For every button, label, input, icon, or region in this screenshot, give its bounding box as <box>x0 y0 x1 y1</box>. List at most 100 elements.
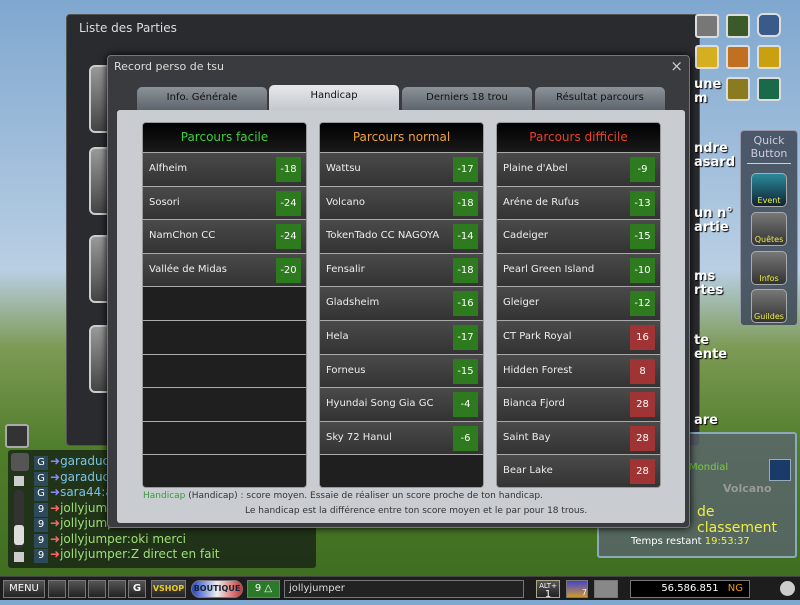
handicap-value: -18 <box>453 257 478 283</box>
handicap-value: -17 <box>453 324 478 350</box>
money-value: 56.586.851 <box>661 583 719 594</box>
channel-badge: G <box>34 456 48 470</box>
ranking-title: de classement <box>697 504 777 536</box>
course-name: Gleiger <box>503 297 540 309</box>
footer-term: Handicap <box>143 491 186 501</box>
course-row: TokenTado CC NAGOYA -14 <box>320 219 483 253</box>
boutique-button[interactable]: BOUTIQUE <box>191 580 243 598</box>
vip-icon[interactable] <box>757 45 781 69</box>
course-column: Parcours facile Alfheim -18 Sosori -24 NamCho… <box>142 122 307 488</box>
direction-arrow-icon: ➜ <box>50 500 61 515</box>
ranking-mode: Mondial <box>689 462 729 473</box>
course-name: Forneus <box>326 364 366 376</box>
trash-icon[interactable] <box>5 424 29 448</box>
set-icon[interactable] <box>757 77 781 101</box>
bonus-icon[interactable] <box>695 45 719 69</box>
empty-row <box>143 286 306 320</box>
course-name: Hyundai Song Gia GC <box>326 398 434 410</box>
profile-icon[interactable] <box>48 580 66 598</box>
handicap-value: -14 <box>453 224 478 250</box>
course-row: Gladsheim -16 <box>320 286 483 320</box>
handicap-value: -10 <box>630 257 655 283</box>
empty-row <box>143 387 306 421</box>
alt-slot[interactable]: ALT+ 1 <box>536 580 560 600</box>
scroll-down-button[interactable] <box>14 552 24 562</box>
course-name: Bear Lake <box>503 465 553 477</box>
handicap-value: -15 <box>630 224 655 250</box>
join-number-label[interactable]: un n° artie <box>694 207 733 235</box>
waiting-list-label[interactable]: te ente <box>694 334 727 362</box>
course-name: Sky 72 Hanul <box>326 431 392 443</box>
menu-button[interactable]: MENU <box>3 580 45 598</box>
footer-line-2: Le handicap est la différence entre ton … <box>245 506 588 516</box>
course-row: Hela -17 <box>320 319 483 354</box>
chat-message: 9 ➜jollyjumper:Z direct en fait <box>34 547 219 563</box>
course-name: TokenTado CC NAGOYA <box>326 230 440 242</box>
upgrade-icon[interactable] <box>695 14 719 38</box>
caddy-icon[interactable] <box>726 77 750 101</box>
course-row: Hidden Forest 8 <box>497 353 660 388</box>
empty-row <box>143 454 306 487</box>
open-rooms-label[interactable]: ms rtes <box>694 270 723 298</box>
footer-text: (Handicap) : score moyen. Essaie de réal… <box>185 491 543 501</box>
channel-badge: G <box>34 471 48 486</box>
direction-arrow-icon: ➜ <box>50 454 61 468</box>
course-row: Saint Bay 28 <box>497 420 660 455</box>
course-name: Pearl Green Island <box>503 263 595 275</box>
handicap-value: 28 <box>630 459 655 485</box>
exp-icon[interactable] <box>726 45 750 69</box>
clipboard-icon[interactable] <box>769 459 791 481</box>
tab-general-info[interactable]: Info. Générale <box>137 87 267 110</box>
chat-scrollbar[interactable] <box>14 490 24 548</box>
exit-icon[interactable] <box>780 581 795 596</box>
expand-icon[interactable] <box>757 13 781 37</box>
event-button[interactable]: Event <box>751 173 787 207</box>
whisper-mode-button[interactable]: 9 △ <box>247 580 280 598</box>
course-row: Alfheim -18 <box>143 152 306 186</box>
quick-button-title: Quick Button <box>746 134 792 164</box>
course-name: Volcano <box>326 196 366 208</box>
empty-row <box>143 353 306 388</box>
handicap-panel: Parcours facile Alfheim -18 Sosori -24 NamCho… <box>117 110 685 523</box>
random-join-label[interactable]: ndre asard <box>694 142 735 170</box>
course-name: Wattsu <box>326 163 361 174</box>
close-icon[interactable]: × <box>670 57 683 75</box>
alt-number: 1 <box>544 589 552 600</box>
chat-input[interactable]: jollyjumper <box>284 580 524 598</box>
tab-last-18-holes[interactable]: Derniers 18 trou <box>402 87 532 110</box>
calendar-icon[interactable] <box>108 580 126 598</box>
handicap-value: -12 <box>630 291 655 317</box>
create-game-label[interactable]: une m <box>694 78 721 106</box>
course-column: Parcours difficile Plaine d'Abel -9 Aréne d… <box>496 122 661 488</box>
tab-handicap[interactable]: Handicap <box>269 85 399 110</box>
quests-button[interactable]: Quêtes <box>751 212 787 246</box>
guild-button[interactable]: G <box>128 580 146 598</box>
course-row: Cadeiger -15 <box>497 219 660 253</box>
course-name: Sosori <box>149 196 180 208</box>
handicap-value: -15 <box>453 358 478 384</box>
tab-course-results[interactable]: Résultat parcours <box>535 87 665 110</box>
channel-badge: 9 <box>34 518 48 532</box>
course-name: Gladsheim <box>326 297 380 309</box>
taskbar: MENU G VSHOP BOUTIQUE 9 △ jollyjumper AL… <box>0 576 800 600</box>
guilds-button[interactable]: Guildes <box>751 289 787 323</box>
lobby-label[interactable]: are <box>694 414 718 428</box>
course-row: Aréne de Rufus -13 <box>497 185 660 220</box>
handicap-value: -16 <box>453 291 478 317</box>
course-name: CT Park Royal <box>503 330 572 342</box>
infos-button[interactable]: Infos <box>751 251 787 285</box>
friends-icon[interactable] <box>88 580 106 598</box>
handicap-value: -18 <box>453 190 478 216</box>
clock-icon[interactable] <box>726 14 750 38</box>
vshop-button[interactable]: VSHOP <box>151 580 186 598</box>
wings-icon[interactable] <box>594 580 618 598</box>
direction-arrow-icon: ➜ <box>50 547 61 561</box>
scroll-up-button[interactable] <box>14 476 24 486</box>
settings-icon[interactable] <box>11 453 29 471</box>
item-slot[interactable]: 7 <box>566 580 588 598</box>
course-row: Volcano -18 <box>320 185 483 220</box>
column-title: Parcours difficile <box>497 123 660 152</box>
inventory-icon[interactable] <box>68 580 86 598</box>
course-name: Hela <box>326 330 349 342</box>
direction-arrow-icon: ➜ <box>50 485 61 499</box>
